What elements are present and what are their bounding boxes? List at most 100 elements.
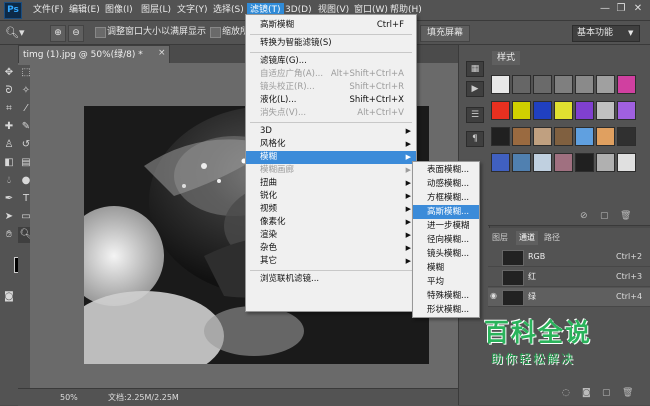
new-style-icon[interactable]: ▢ (600, 211, 609, 221)
style-swatch[interactable] (491, 153, 510, 172)
new-channel-icon[interactable]: ▢ (602, 388, 611, 398)
style-swatch[interactable] (596, 127, 615, 146)
channel-row-green[interactable]: ◉ 绿 Ctrl+4 (488, 288, 650, 307)
style-swatch[interactable] (575, 153, 594, 172)
menu-select[interactable]: 选择(S) (213, 3, 244, 17)
filter-menu-item[interactable]: 风格化 ▶ (246, 138, 416, 151)
document-tab[interactable]: timg (1).jpg @ 50%(绿/8) * × (18, 45, 170, 64)
style-swatch[interactable] (575, 127, 594, 146)
style-swatch[interactable] (512, 127, 531, 146)
style-swatch[interactable] (596, 153, 615, 172)
blur-tool-icon[interactable]: 💧︎ (1, 173, 17, 189)
blur-submenu-item[interactable]: 特殊模糊... (413, 289, 479, 303)
style-swatch[interactable] (512, 75, 531, 94)
style-swatch[interactable] (491, 101, 510, 120)
blur-submenu-item[interactable]: 表面模糊... (413, 163, 479, 177)
style-swatch[interactable] (596, 101, 615, 120)
style-swatch[interactable] (617, 75, 636, 94)
blur-submenu-item[interactable]: 高斯模糊... (413, 205, 479, 219)
filter-menu-item[interactable]: 扭曲 ▶ (246, 177, 416, 190)
blur-submenu-item[interactable]: 径向模糊... (413, 233, 479, 247)
style-swatch[interactable] (596, 75, 615, 94)
channel-row-rgb[interactable]: RGB Ctrl+2 (488, 248, 650, 267)
style-swatch[interactable] (617, 127, 636, 146)
filter-menu-item[interactable]: 锐化 ▶ (246, 190, 416, 203)
delete-channel-icon[interactable]: 🗑︎ (622, 388, 633, 398)
visibility-eye-icon[interactable]: ◉ (490, 291, 497, 300)
tab-styles[interactable]: 样式 (492, 51, 520, 65)
save-selection-icon[interactable]: ◙ (582, 388, 591, 398)
menu-image[interactable]: 图像(I) (105, 3, 133, 17)
close-tab-icon[interactable]: × (158, 48, 166, 58)
filter-menu-item[interactable]: 3D ▶ (246, 125, 416, 138)
filter-menu-item[interactable]: 视频 ▶ (246, 203, 416, 216)
style-swatch[interactable] (554, 153, 573, 172)
blur-submenu-item[interactable]: 进一步模糊 (413, 219, 479, 233)
zoom-all-checkbox[interactable] (210, 27, 221, 38)
history-panel-icon[interactable]: ▦ (466, 61, 484, 77)
close-icon[interactable]: ✕ (631, 3, 645, 15)
crop-tool-icon[interactable]: ⌗ (1, 101, 17, 117)
filter-menu-item[interactable]: 杂色 ▶ (246, 242, 416, 255)
style-swatch[interactable] (512, 101, 531, 120)
hand-tool-icon[interactable]: ✋︎ (1, 227, 17, 243)
menu-file[interactable]: 文件(F) (33, 3, 63, 17)
style-swatch[interactable] (617, 153, 636, 172)
style-swatch[interactable] (491, 75, 510, 94)
move-tool-icon[interactable]: ✥ (1, 65, 17, 81)
style-swatch[interactable] (533, 153, 552, 172)
style-swatch[interactable] (512, 153, 531, 172)
filter-menu-item[interactable]: 滤镜库(G)... (246, 55, 416, 68)
lasso-tool-icon[interactable]: ᘐ (1, 83, 17, 99)
filter-menu-item[interactable]: 模糊 ▶ (246, 151, 416, 164)
quick-mask-icon[interactable]: ◙ (1, 289, 17, 305)
tab-paths[interactable]: 路径 (544, 231, 560, 245)
clone-stamp-icon[interactable]: ♙ (1, 137, 17, 153)
blur-submenu-item[interactable]: 平均 (413, 275, 479, 289)
properties-panel-icon[interactable]: ☰ (466, 107, 484, 123)
style-swatch[interactable] (491, 127, 510, 146)
menu-layer[interactable]: 图层(L) (141, 3, 171, 17)
channel-row-red[interactable]: 红 Ctrl+3 (488, 268, 650, 287)
filter-menu-item[interactable]: 液化(L)... Shift+Ctrl+X (246, 94, 416, 107)
filter-menu-item[interactable]: 渲染 ▶ (246, 229, 416, 242)
zoom-level[interactable]: 50% (60, 392, 78, 404)
menu-type[interactable]: 文字(Y) (177, 3, 208, 17)
blur-submenu-item[interactable]: 模糊 (413, 261, 479, 275)
load-selection-icon[interactable]: ◌ (562, 388, 570, 398)
filter-menu-item[interactable]: 高斯模糊 Ctrl+F (246, 19, 416, 32)
paragraph-panel-icon[interactable]: ¶ (466, 131, 484, 147)
zoom-tool-preset-icon[interactable]: 🔍︎▾ (5, 24, 31, 41)
style-swatch[interactable] (533, 127, 552, 146)
blur-submenu-item[interactable]: 动感模糊... (413, 177, 479, 191)
style-swatch[interactable] (617, 101, 636, 120)
style-swatch[interactable] (533, 75, 552, 94)
filter-menu-item[interactable]: 转换为智能滤镜(S) (246, 37, 416, 50)
style-swatch[interactable] (554, 127, 573, 146)
eraser-tool-icon[interactable]: ◧ (1, 155, 17, 171)
resize-window-checkbox[interactable] (95, 27, 106, 38)
filter-menu-item[interactable]: 浏览联机滤镜... (246, 273, 416, 286)
pen-tool-icon[interactable]: ✒ (1, 191, 17, 207)
clear-style-icon[interactable]: ⊘ (580, 211, 588, 221)
blur-submenu-item[interactable]: 方框模糊... (413, 191, 479, 205)
workspace-select[interactable]: 基本功能 ▼ (572, 25, 640, 42)
actions-panel-icon[interactable]: ▶ (466, 81, 484, 97)
blur-submenu-item[interactable]: 形状模糊... (413, 303, 479, 317)
minimize-icon[interactable]: — (598, 3, 612, 15)
style-swatch[interactable] (575, 75, 594, 94)
delete-style-icon[interactable]: 🗑︎ (620, 211, 631, 221)
zoom-out-icon[interactable]: ⊖ (68, 25, 84, 42)
restore-icon[interactable]: ❐ (614, 3, 628, 15)
tab-layers[interactable]: 图层 (492, 231, 508, 245)
menu-edit[interactable]: 编辑(E) (69, 3, 100, 17)
fill-screen-button[interactable]: 填充屏幕 (420, 25, 470, 42)
style-swatch[interactable] (554, 101, 573, 120)
zoom-in-icon[interactable]: ⊕ (50, 25, 66, 42)
style-swatch[interactable] (554, 75, 573, 94)
filter-menu-item[interactable]: 像素化 ▶ (246, 216, 416, 229)
healing-brush-icon[interactable]: ✚ (1, 119, 17, 135)
blur-submenu-item[interactable]: 镜头模糊... (413, 247, 479, 261)
tab-channels[interactable]: 通道 (516, 231, 538, 245)
style-swatch[interactable] (575, 101, 594, 120)
